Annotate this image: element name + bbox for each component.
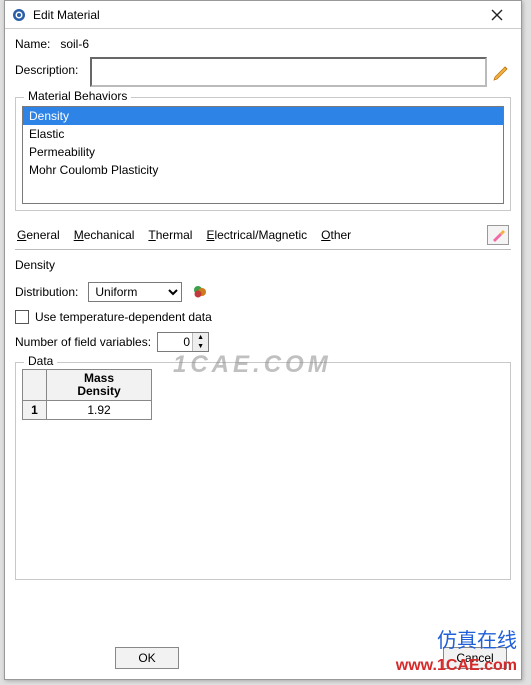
table-corner xyxy=(23,370,47,401)
data-group-title: Data xyxy=(24,354,57,368)
tab-mechanical[interactable]: Mechanical xyxy=(74,228,135,242)
description-input[interactable] xyxy=(90,57,487,87)
window-title: Edit Material xyxy=(33,8,100,22)
distribution-label: Distribution: xyxy=(15,285,78,299)
field-variables-label: Number of field variables: xyxy=(15,335,151,349)
app-icon xyxy=(11,7,27,23)
behavior-item[interactable]: Density xyxy=(23,107,503,125)
material-behaviors-title: Material Behaviors xyxy=(24,89,131,103)
edit-material-dialog: Edit Material Name: soil-6 Description: … xyxy=(4,0,522,680)
behavior-item[interactable]: Permeability xyxy=(23,143,503,161)
edit-description-icon[interactable] xyxy=(493,63,511,81)
section-title: Density xyxy=(15,258,511,272)
tab-electrical[interactable]: Electrical/Magnetic xyxy=(206,228,307,242)
row-number: 1 xyxy=(23,401,47,420)
titlebar: Edit Material xyxy=(5,1,521,29)
material-behaviors-group: Material Behaviors Density Elastic Perme… xyxy=(15,97,511,211)
temp-dependent-checkbox[interactable] xyxy=(15,310,29,324)
tab-other[interactable]: Other xyxy=(321,228,351,242)
brand-url-overlay: www.1CAE.com xyxy=(396,657,517,675)
name-label: Name: xyxy=(15,37,50,51)
category-tabs: General Mechanical Thermal Electrical/Ma… xyxy=(15,219,511,250)
field-variables-spinner[interactable]: 0 ▲ ▼ xyxy=(157,332,209,352)
brand-overlay: 仿真在线 xyxy=(437,624,517,653)
tab-general[interactable]: General xyxy=(17,228,60,242)
behavior-item[interactable]: Mohr Coulomb Plasticity xyxy=(23,161,503,179)
delete-behavior-button[interactable] xyxy=(487,225,509,245)
table-cell[interactable]: 1.92 xyxy=(47,401,152,420)
field-variables-value: 0 xyxy=(162,335,192,349)
close-button[interactable] xyxy=(477,3,517,27)
name-value: soil-6 xyxy=(60,37,89,51)
table-row[interactable]: 1 1.92 xyxy=(23,401,152,420)
temp-dependent-label: Use temperature-dependent data xyxy=(35,310,212,324)
table-header: Mass Density xyxy=(47,370,152,401)
behavior-item[interactable]: Elastic xyxy=(23,125,503,143)
data-table[interactable]: Mass Density 1 1.92 xyxy=(22,369,152,420)
distribution-select[interactable]: Uniform xyxy=(88,282,182,302)
ok-button[interactable]: OK xyxy=(115,647,179,669)
behaviors-list[interactable]: Density Elastic Permeability Mohr Coulom… xyxy=(22,106,504,204)
dialog-content: Name: soil-6 Description: Material Behav… xyxy=(5,29,521,586)
tab-thermal[interactable]: Thermal xyxy=(148,228,192,242)
spinner-down-icon[interactable]: ▼ xyxy=(193,342,208,351)
data-group: Data Mass Density 1 1.92 xyxy=(15,362,511,580)
spinner-up-icon[interactable]: ▲ xyxy=(193,333,208,342)
description-label: Description: xyxy=(15,57,78,77)
distribution-icon[interactable] xyxy=(192,284,208,300)
